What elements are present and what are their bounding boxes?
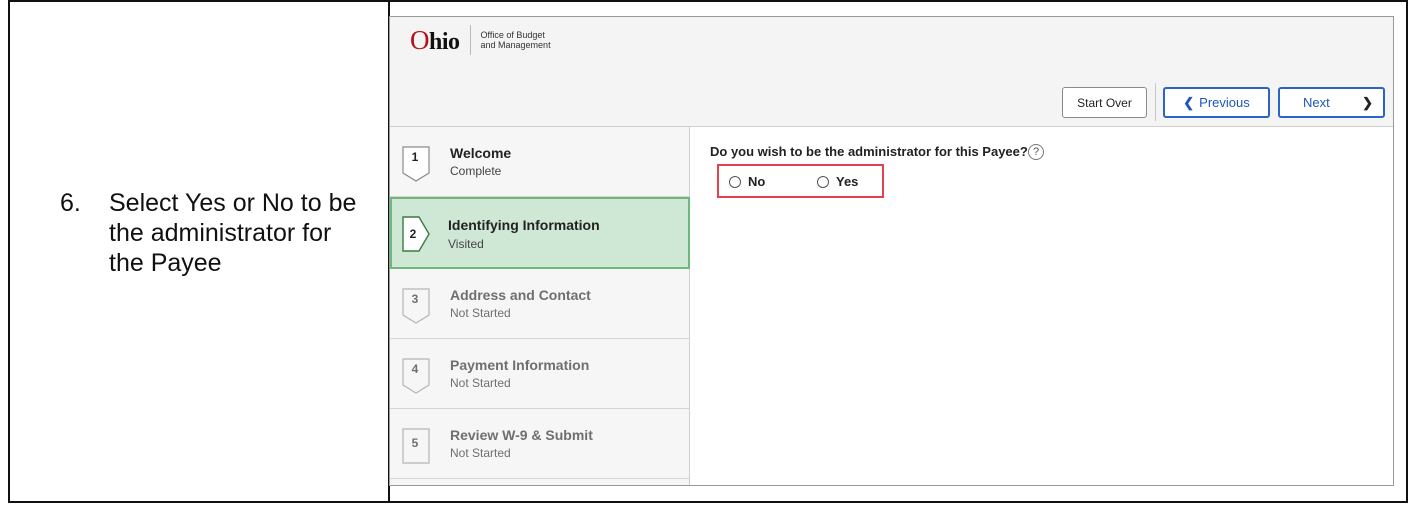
step-status: Not Started <box>450 446 511 460</box>
step-status: Complete <box>450 164 502 178</box>
administrator-question: Do you wish to be the administrator for … <box>710 144 1028 159</box>
app-header: Ohio Office of Budget and Management Sta… <box>390 17 1393 127</box>
step-payment-information[interactable]: 4 Payment Information Not Started <box>390 339 690 409</box>
payee-registration-app: Ohio Office of Budget and Management Sta… <box>389 16 1394 486</box>
step-identifying-information[interactable]: 2 Identifying Information Visited <box>390 197 690 269</box>
step-address-and-contact[interactable]: 3 Address and Contact Not Started <box>390 269 690 339</box>
step-title: Address and Contact <box>450 287 591 303</box>
header-separator <box>1155 83 1156 121</box>
chevron-right-icon: ❯ <box>1362 94 1373 110</box>
help-icon[interactable]: ? <box>1028 144 1044 160</box>
radio-circle-icon[interactable] <box>729 175 741 188</box>
step-title: Review W-9 & Submit <box>450 427 593 443</box>
administrator-radio-group: No Yes <box>717 164 884 198</box>
step-status: Not Started <box>450 306 511 320</box>
radio-no[interactable]: No <box>729 174 765 189</box>
radio-yes[interactable]: Yes <box>817 174 858 189</box>
step-welcome[interactable]: 1 Welcome Complete <box>390 127 690 197</box>
step-status: Not Started <box>450 376 511 390</box>
instruction-number: 6. <box>60 189 81 217</box>
chevron-left-icon: ❮ <box>1183 94 1195 110</box>
ohio-obm-logo: Ohio Office of Budget and Management <box>410 25 551 55</box>
ohio-logo-word: Ohio <box>410 24 460 55</box>
step-status: Visited <box>448 237 484 251</box>
form-content: Do you wish to be the administrator for … <box>690 127 1393 485</box>
previous-button[interactable]: ❮ Previous <box>1163 87 1270 118</box>
step-title: Identifying Information <box>448 217 600 233</box>
logo-separator <box>469 25 471 55</box>
logo-subtitle: Office of Budget and Management <box>480 30 551 50</box>
start-over-button[interactable]: Start Over <box>1062 87 1147 118</box>
instruction-text: Select Yes or No to be the administrator… <box>109 189 357 277</box>
step-title: Payment Information <box>450 357 590 373</box>
radio-circle-icon[interactable] <box>817 175 829 188</box>
next-button[interactable]: Next ❯ <box>1278 87 1385 118</box>
step-review-w9-submit[interactable]: 5 Review W-9 & Submit Not Started <box>390 409 690 479</box>
step-navigation: 1 Welcome Complete 2 Identifying Informa… <box>390 127 690 485</box>
step-title: Welcome <box>450 145 512 161</box>
